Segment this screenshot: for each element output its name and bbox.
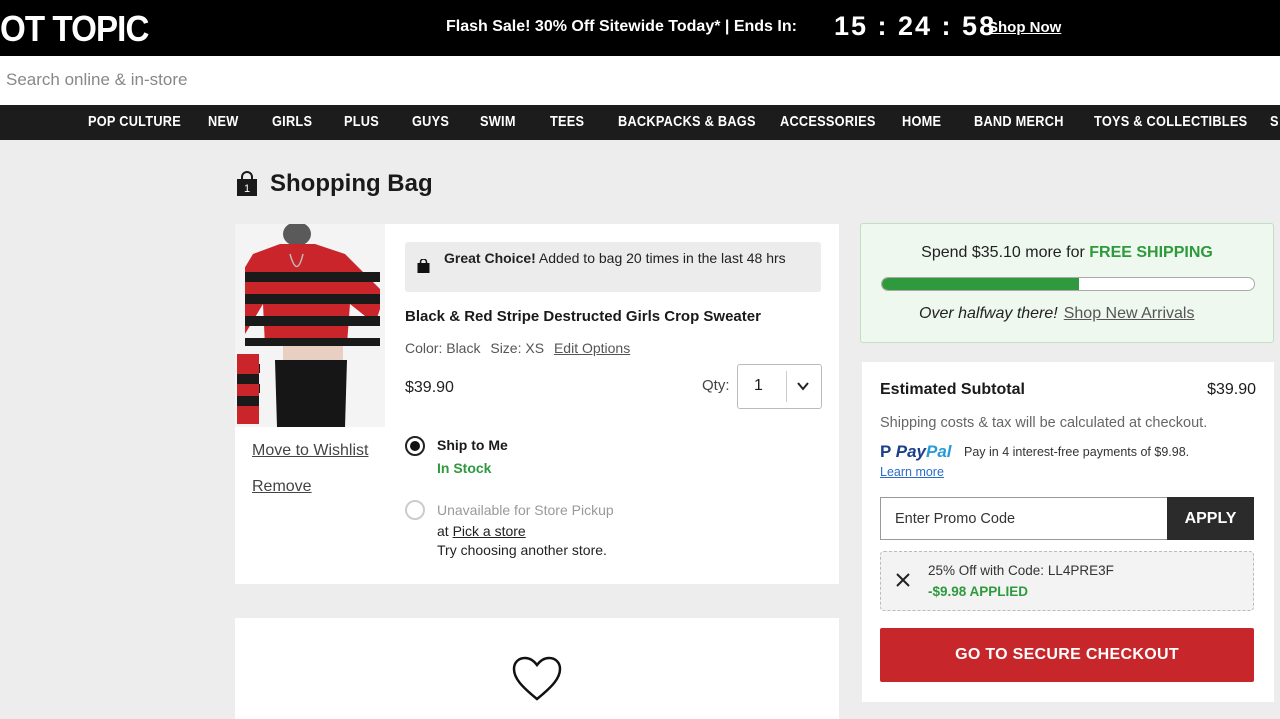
promo-code-description: 25% Off with Code: LL4PRE3F — [928, 563, 1114, 578]
cart-item-card: Move to Wishlist Remove Great Choice! Ad… — [235, 224, 839, 584]
paypal-logo: P PayPal — [880, 442, 952, 462]
checkout-button[interactable]: GO TO SECURE CHECKOUT — [880, 628, 1254, 682]
svg-text:1: 1 — [244, 183, 250, 195]
paypal-p-icon: P — [880, 442, 896, 461]
halfway-line: Over halfway there! Shop New Arrivals — [919, 305, 1194, 323]
nav-item-toys-collectibles[interactable]: TOYS & COLLECTIBLES — [1094, 113, 1247, 130]
spend-prefix: Spend $35.10 more for — [921, 244, 1090, 261]
wishlist-card — [235, 618, 839, 719]
paypal-text: Pay in 4 interest-free payments of $9.98… — [964, 445, 1190, 459]
qty-value: 1 — [754, 377, 763, 394]
paypal-logo-pal: Pal — [926, 442, 952, 461]
promo-code-applied: -$9.98 APPLIED — [928, 584, 1029, 599]
search-input[interactable] — [0, 56, 1280, 103]
pick-a-store-link[interactable]: Pick a store — [453, 523, 526, 539]
nav-item-girls[interactable]: GIRLS — [272, 113, 312, 130]
product-price: $39.90 — [405, 379, 454, 396]
shopping-bag-icon: 1 — [237, 171, 257, 196]
page-header: 1 Shopping Bag — [234, 170, 433, 198]
apply-button[interactable]: APPLY — [1167, 497, 1254, 540]
qty-label: Qty: — [702, 377, 730, 394]
promo-banner: OT TOPIC Flash Sale! 30% Off Sitewide To… — [0, 0, 1280, 56]
order-summary: Estimated Subtotal $39.90 Shipping costs… — [862, 362, 1274, 702]
site-logo[interactable]: OT TOPIC — [0, 8, 149, 50]
edit-options-link[interactable]: Edit Options — [554, 340, 630, 356]
nav-item-plus[interactable]: PLUS — [344, 113, 379, 130]
bag-small-icon — [417, 259, 430, 273]
remove-link[interactable]: Remove — [252, 478, 312, 496]
flash-sale-text: Flash Sale! 30% Off Sitewide Today* | En… — [446, 18, 797, 35]
ship-to-me-radio[interactable] — [405, 436, 425, 456]
chevron-down-icon — [797, 382, 809, 391]
nav-item-guys[interactable]: GUYS — [412, 113, 449, 130]
sweater-image — [235, 224, 385, 427]
free-shipping-progress: Spend $35.10 more for FREE SHIPPING Over… — [860, 223, 1274, 343]
popularity-bold: Great Choice! — [444, 250, 536, 266]
applied-code-box: 25% Off with Code: LL4PRE3F -$9.98 APPLI… — [880, 551, 1254, 611]
main-nav: POP CULTURE NEW GIRLS PLUS GUYS SWIM TEE… — [0, 103, 1280, 140]
pickup-hint: Try choosing another store. — [437, 542, 607, 558]
countdown-timer: 15 : 24 : 58 — [834, 11, 997, 41]
shipping-note: Shipping costs & tax will be calculated … — [880, 415, 1208, 431]
heart-icon[interactable] — [511, 656, 563, 702]
nav-item-accessories[interactable]: ACCESSORIES — [780, 113, 876, 130]
ship-to-me-label: Ship to Me — [437, 437, 508, 453]
pickup-unavailable-label: Unavailable for Store Pickup — [437, 502, 614, 518]
product-color: Color: Black — [405, 340, 481, 356]
stock-status: In Stock — [437, 460, 492, 476]
subtotal-label: Estimated Subtotal — [880, 381, 1025, 398]
qty-divider — [786, 371, 787, 402]
promo-code-input[interactable] — [880, 497, 1168, 540]
popularity-notice: Great Choice! Added to bag 20 times in t… — [405, 242, 821, 292]
shipping-progress-fill — [882, 278, 1080, 290]
shop-now-link[interactable]: Shop Now — [988, 19, 1061, 36]
paypal-installments: P PayPal Pay in 4 interest-free payments… — [880, 440, 1270, 480]
subtotal-value: $39.90 — [1207, 381, 1256, 398]
close-icon[interactable] — [893, 570, 913, 590]
product-image[interactable] — [235, 224, 385, 427]
pickup-at-text: at — [437, 523, 453, 539]
search-bar — [0, 56, 1280, 103]
popularity-detail: Added to bag 20 times in the last 48 hrs — [535, 250, 786, 266]
nav-item-overflow[interactable]: S — [1270, 113, 1279, 130]
free-shipping-label: FREE SHIPPING — [1089, 244, 1213, 261]
product-attributes: Color: Black Size: XS Edit Options — [405, 340, 630, 356]
page-title: Shopping Bag — [270, 170, 433, 197]
store-pickup-radio[interactable] — [405, 500, 425, 520]
spend-more-text: Spend $35.10 more for FREE SHIPPING — [861, 244, 1273, 262]
nav-item-new[interactable]: NEW — [208, 113, 239, 130]
shop-new-arrivals-link[interactable]: Shop New Arrivals — [1064, 305, 1195, 322]
pickup-store-line: at Pick a store — [437, 523, 526, 539]
product-name[interactable]: Black & Red Stripe Destructed Girls Crop… — [405, 308, 761, 325]
halfway-text: Over halfway there! — [919, 305, 1058, 322]
learn-more-link[interactable]: Learn more — [880, 465, 944, 479]
nav-item-pop-culture[interactable]: POP CULTURE — [88, 113, 181, 130]
move-to-wishlist-link[interactable]: Move to Wishlist — [252, 442, 368, 460]
nav-item-swim[interactable]: SWIM — [480, 113, 516, 130]
quantity-select[interactable]: 1 — [737, 364, 822, 409]
product-size: Size: XS — [490, 340, 545, 356]
nav-item-tees[interactable]: TEES — [550, 113, 584, 130]
nav-item-backpacks-bags[interactable]: BACKPACKS & BAGS — [618, 113, 756, 130]
nav-item-home[interactable]: HOME — [902, 113, 941, 130]
paypal-logo-pay: Pay — [895, 442, 927, 461]
nav-item-band-merch[interactable]: BAND MERCH — [974, 113, 1064, 130]
popularity-text: Great Choice! Added to bag 20 times in t… — [444, 250, 814, 267]
shipping-progress-bar — [881, 277, 1255, 291]
